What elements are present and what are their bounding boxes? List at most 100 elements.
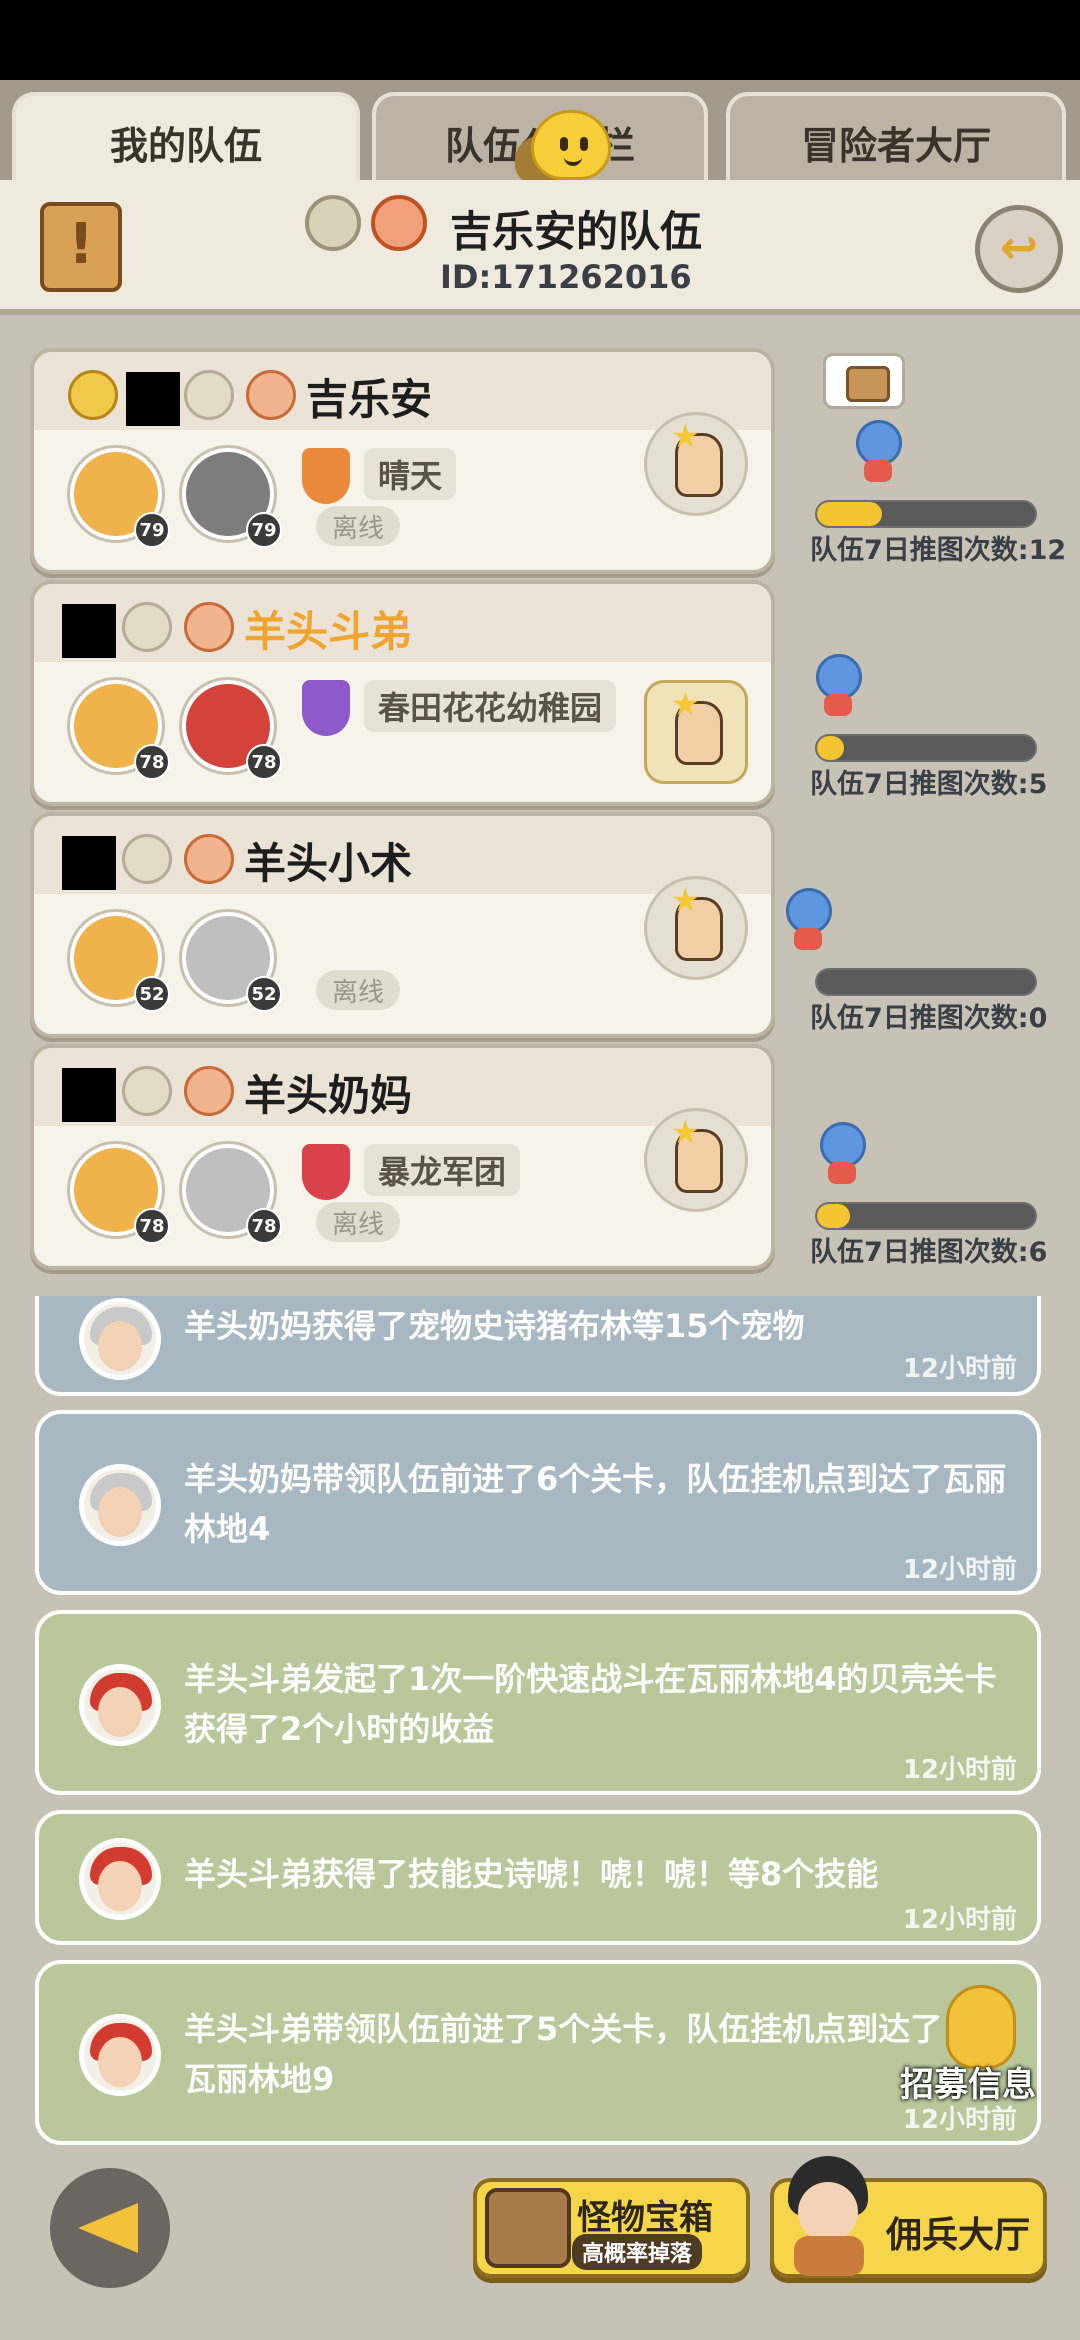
member-card[interactable]: 羊头斗弟 78 78 春田花花幼稚园	[30, 580, 775, 806]
notice-scroll-icon[interactable]	[40, 202, 122, 292]
rank-icon	[184, 370, 234, 420]
rank-icon	[122, 834, 172, 884]
team-id: ID:171262016	[440, 258, 692, 296]
team-header: 吉乐安的队伍 ID:171262016	[0, 180, 1080, 315]
redacted-avatar	[62, 604, 116, 658]
redacted-avatar	[62, 836, 116, 890]
feed-item: 羊头奶妈获得了宠物史诗猪布林等15个宠物 12小时前	[35, 1296, 1041, 1396]
member-card[interactable]: 羊头奶妈 78 78 暴龙军团 离线	[30, 1044, 775, 1270]
progress-fill	[817, 1204, 850, 1228]
feed-item: 羊头奶妈带领队伍前进了6个关卡，队伍挂机点到达了瓦丽林地4 12小时前	[35, 1410, 1041, 1595]
like-hand-icon[interactable]	[644, 1108, 748, 1212]
level-badge: 78	[134, 744, 170, 780]
mascot-icon	[814, 1122, 866, 1184]
feed-text: 羊头斗弟带领队伍前进了5个关卡，队伍挂机点到达了瓦丽林地9	[184, 2010, 943, 2098]
leave-team-icon[interactable]	[975, 205, 1063, 293]
feed-avatar	[79, 1664, 161, 1746]
progress-label: 队伍7日推图次数:5	[810, 769, 1048, 800]
recruit-label: 招募信息	[900, 2065, 1036, 2105]
emblem-icon	[246, 370, 296, 420]
feed-time: 12小时前	[902, 1755, 1017, 1785]
emblem-icon	[184, 834, 234, 884]
rare-card-icon[interactable]	[644, 680, 748, 784]
member-card[interactable]: 羊头小术 52 52 离线	[30, 812, 775, 1038]
progress-block: 队伍7日推图次数:5	[810, 654, 1070, 804]
treasure-chest-icon	[485, 2188, 571, 2268]
progress-block: 队伍7日推图次数:6	[810, 1122, 1070, 1272]
feed-avatar	[79, 1298, 161, 1380]
feed-item: 羊头斗弟带领队伍前进了5个关卡，队伍挂机点到达了瓦丽林地9 12小时前	[35, 1960, 1041, 2145]
member-card[interactable]: 吉乐安 79 79 晴天 离线	[30, 348, 775, 574]
progress-block: 队伍7日推图次数:0	[786, 888, 1070, 1038]
team-badges	[305, 195, 427, 251]
reward-chest-icon[interactable]	[823, 353, 905, 409]
team-rank-icon	[305, 195, 361, 251]
member-header: 羊头斗弟	[34, 584, 771, 662]
status-badge: 离线	[316, 506, 401, 546]
status-bar	[0, 0, 1080, 80]
feed-item: 羊头斗弟发起了1次一阶快速战斗在瓦丽林地4的贝壳关卡获得了2个小时的收益 12小…	[35, 1610, 1041, 1795]
feed-text: 羊头奶妈获得了宠物史诗猪布林等15个宠物	[184, 1307, 805, 1345]
progress-block: 队伍7日推图次数:12	[810, 420, 1070, 570]
tab-my-team[interactable]: 我的队伍	[12, 92, 360, 188]
level-badge: 52	[246, 976, 282, 1012]
progress-label: 队伍7日推图次数:12	[810, 535, 1067, 566]
emblem-icon	[184, 1066, 234, 1116]
team-name: 吉乐安的队伍	[450, 207, 703, 256]
mascot-icon	[850, 420, 902, 482]
back-arrow-icon[interactable]	[50, 2168, 170, 2288]
mercenary-hero-icon	[774, 2152, 884, 2282]
feed-text: 羊头斗弟获得了技能史诗唬！唬！唬！等8个技能	[184, 1855, 879, 1893]
redacted-avatar	[62, 1068, 116, 1122]
leader-icon	[68, 370, 118, 420]
guild-shield-icon	[302, 1144, 350, 1200]
member-header: 羊头小术	[34, 816, 771, 894]
feed-text: 羊头奶妈带领队伍前进了6个关卡，队伍挂机点到达了瓦丽林地4	[184, 1460, 1007, 1548]
feed-time: 12小时前	[902, 1905, 1017, 1935]
guild-name: 春田花花幼稚园	[364, 680, 617, 732]
progress-bar	[815, 500, 1037, 528]
level-badge: 79	[134, 512, 170, 548]
level-badge: 52	[134, 976, 170, 1012]
monster-chest-button[interactable]: 怪物宝箱 高概率掉落	[473, 2178, 750, 2278]
like-hand-icon[interactable]	[644, 412, 748, 516]
mercenary-hall-button[interactable]: 佣兵大厅	[770, 2156, 1047, 2278]
progress-fill	[817, 736, 845, 760]
guild-shield-icon	[302, 448, 350, 504]
level-badge: 79	[246, 512, 282, 548]
level-badge: 78	[246, 1208, 282, 1244]
member-name: 羊头奶妈	[244, 1071, 413, 1120]
emblem-icon	[184, 602, 234, 652]
redacted-avatar	[126, 372, 180, 426]
guild-name: 晴天	[364, 448, 457, 500]
mercenary-label: 佣兵大厅	[886, 2215, 1031, 2256]
progress-label: 队伍7日推图次数:0	[810, 1003, 1048, 1034]
like-hand-icon[interactable]	[644, 876, 748, 980]
status-badge: 离线	[316, 970, 401, 1010]
feed-text: 羊头斗弟发起了1次一阶快速战斗在瓦丽林地4的贝壳关卡获得了2个小时的收益	[184, 1660, 997, 1748]
progress-bar	[815, 968, 1037, 996]
level-badge: 78	[246, 744, 282, 780]
member-name: 吉乐安	[306, 375, 433, 424]
progress-bar	[815, 1202, 1037, 1230]
guild-shield-icon	[302, 680, 350, 736]
feed-avatar	[79, 1464, 161, 1546]
progress-fill	[817, 502, 883, 526]
chest-sub-label: 高概率掉落	[572, 2234, 703, 2270]
level-badge: 78	[134, 1208, 170, 1244]
feed-item: 羊头斗弟获得了技能史诗唬！唬！唬！等8个技能 12小时前	[35, 1810, 1041, 1945]
mascot-icon	[780, 888, 832, 950]
member-header: 羊头奶妈	[34, 1048, 771, 1126]
feed-time: 12小时前	[902, 1555, 1017, 1585]
chest-label: 怪物宝箱	[577, 2198, 713, 2238]
tab-adventurer-hall[interactable]: 冒险者大厅	[726, 92, 1066, 188]
team-emblem-icon	[371, 195, 427, 251]
recruit-button[interactable]: 招募信息	[900, 1985, 1080, 2105]
feed-avatar	[79, 1838, 161, 1920]
member-name: 羊头斗弟	[244, 607, 413, 656]
status-badge: 离线	[316, 1202, 401, 1242]
chat-mascot-icon	[531, 110, 611, 180]
rank-icon	[122, 1066, 172, 1116]
feed-avatar	[79, 2014, 161, 2096]
member-name: 羊头小术	[244, 839, 413, 888]
